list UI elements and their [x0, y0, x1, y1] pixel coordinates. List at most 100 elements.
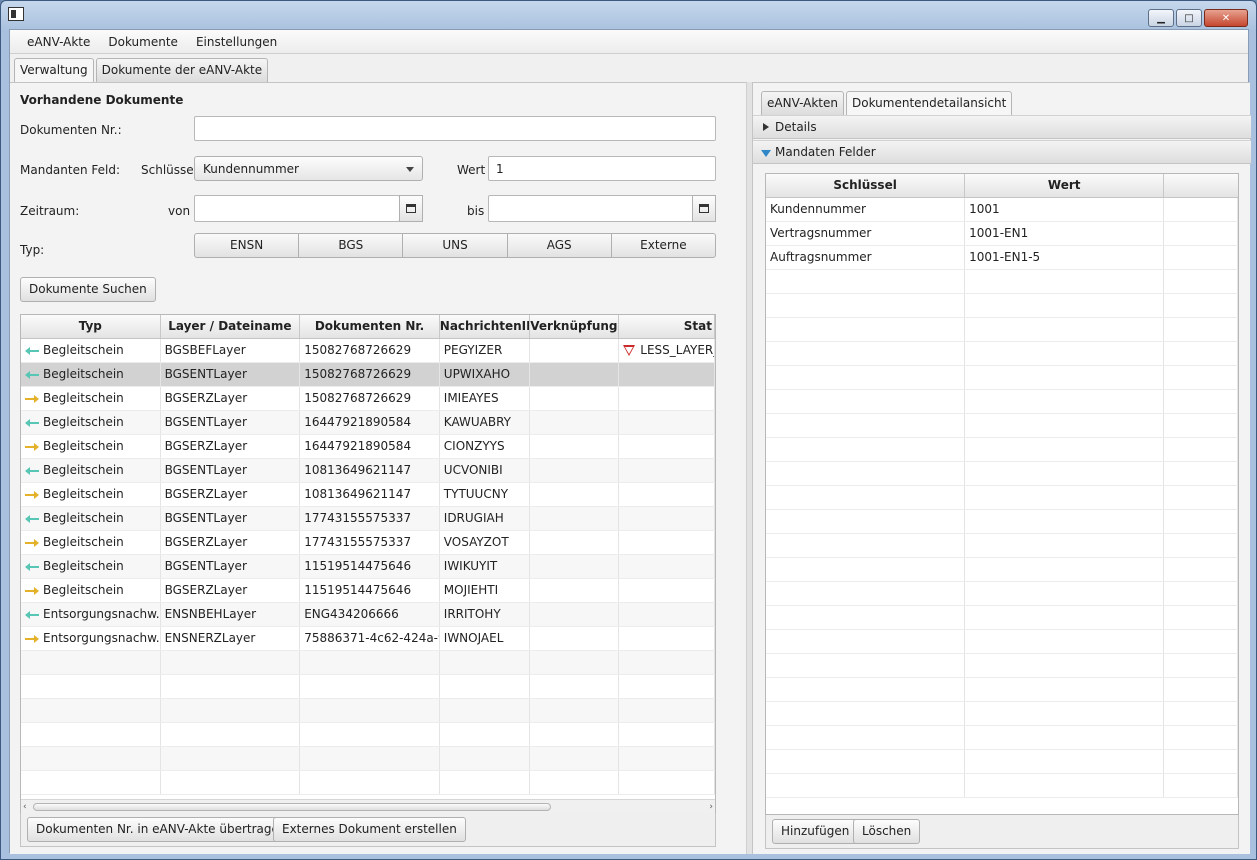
table-row[interactable] [21, 699, 715, 723]
transfer-doc-nr-button[interactable]: Dokumenten Nr. in eANV-Akte übertragen [27, 817, 296, 842]
menu-dokumente[interactable]: Dokumente [99, 35, 187, 49]
table-row[interactable] [766, 654, 1238, 678]
table-row[interactable] [766, 582, 1238, 606]
table-row[interactable] [766, 750, 1238, 774]
table-cell-nr: 10813649621147 [300, 483, 440, 506]
table-cell-nr: 15082768726629 [300, 387, 440, 410]
table-cell-status [619, 555, 715, 578]
table-row[interactable]: Begleitschein BGSENTLayer 15082768726629 UP… [21, 363, 715, 387]
table-row[interactable]: Begleitschein BGSERZLayer 11519514475646 MO… [21, 579, 715, 603]
scroll-left-icon[interactable]: ‹ [23, 802, 27, 812]
table-cell-nr: ENG434206666 [300, 603, 440, 626]
accordion-details[interactable]: Details [753, 115, 1251, 139]
col-status[interactable]: Stat [619, 315, 715, 338]
cell-text: UCVONIBI [443, 463, 503, 477]
table-row[interactable] [766, 462, 1238, 486]
typ-externe-toggle[interactable]: Externe [610, 233, 717, 258]
table-row[interactable] [766, 270, 1238, 294]
table-row[interactable]: Begleitschein BGSENTLayer 17743155575337 ID… [21, 507, 715, 531]
table-row[interactable] [766, 702, 1238, 726]
typ-uns-toggle[interactable]: UNS [402, 233, 508, 258]
table-row[interactable] [766, 726, 1238, 750]
tab-eanv-akten[interactable]: eANV-Akten [761, 91, 844, 115]
table-row[interactable]: Begleitschein BGSERZLayer 10813649621147 TY… [21, 483, 715, 507]
table-row[interactable] [766, 486, 1238, 510]
table-cell [1164, 558, 1238, 581]
table-row[interactable]: Begleitschein BGSENTLayer 11519514475646 IW… [21, 555, 715, 579]
table-row[interactable] [766, 294, 1238, 318]
table-row[interactable]: Begleitschein BGSERZLayer 15082768726629 IM… [21, 387, 715, 411]
table-row[interactable] [766, 366, 1238, 390]
table-row[interactable]: Begleitschein BGSENTLayer 16447921890584 KA… [21, 411, 715, 435]
doc-nr-input[interactable] [194, 116, 716, 141]
col-wert[interactable]: Wert [965, 174, 1165, 197]
col-verknuepfung[interactable]: Verknüpfung [530, 315, 620, 338]
table-row[interactable] [766, 606, 1238, 630]
accordion-mandanten[interactable]: Mandaten Felder [753, 140, 1251, 164]
col-nachrichten-id[interactable]: NachrichtenID [440, 315, 530, 338]
tab-dokumente-der-eanv-akte[interactable]: Dokumente der eANV-Akte [95, 58, 269, 82]
table-row[interactable]: Begleitschein BGSBEFLayer 15082768726629 PE… [21, 339, 715, 363]
menu-einstellungen[interactable]: Einstellungen [187, 35, 286, 49]
table-row[interactable]: Auftragsnummer 1001-EN1-5 [766, 246, 1238, 270]
minimize-button[interactable]: ▁ [1148, 9, 1174, 27]
cell-text: Entsorgungsnachw... [43, 607, 161, 621]
externes-dokument-button[interactable]: Externes Dokument erstellen [273, 817, 466, 842]
table-row[interactable] [766, 558, 1238, 582]
table-row[interactable] [766, 510, 1238, 534]
table-row[interactable] [21, 771, 715, 795]
table-cell-status [619, 747, 715, 770]
bis-calendar-button[interactable] [692, 195, 716, 222]
schluessel-combo[interactable]: Kundennummer [194, 156, 423, 181]
table-row[interactable]: Vertragsnummer 1001-EN1 [766, 222, 1238, 246]
bis-date-input[interactable] [488, 195, 694, 222]
table-cell-key [766, 534, 966, 557]
tab-verwaltung[interactable]: Verwaltung [14, 58, 94, 83]
table-row[interactable] [21, 723, 715, 747]
table-row[interactable] [766, 342, 1238, 366]
hinzufuegen-button[interactable]: Hinzufügen [772, 819, 859, 844]
table-row[interactable] [766, 630, 1238, 654]
menu-eanv-akte[interactable]: eANV-Akte [18, 35, 99, 49]
table-cell-key [766, 438, 966, 461]
tab-dokumentendetailansicht[interactable]: Dokumentendetailansicht [846, 91, 1013, 116]
scroll-right-icon[interactable]: › [709, 802, 713, 812]
table-row[interactable] [766, 438, 1238, 462]
cell-text: UPWIXAHO [443, 367, 511, 381]
app-icon [8, 7, 24, 21]
cell-text: 10813649621147 [304, 463, 412, 477]
col-dokumenten-nr[interactable]: Dokumenten Nr. [300, 315, 440, 338]
von-date-input[interactable] [194, 195, 400, 222]
typ-ensn-toggle[interactable]: ENSN [194, 233, 300, 258]
table-row[interactable] [766, 534, 1238, 558]
table-row[interactable]: Begleitschein BGSENTLayer 10813649621147 UC… [21, 459, 715, 483]
close-button[interactable]: ✕ [1204, 9, 1248, 27]
table-row[interactable] [21, 747, 715, 771]
col-schluessel[interactable]: Schlüssel [766, 174, 966, 197]
scrollbar-thumb[interactable] [33, 803, 551, 811]
table-row[interactable] [766, 414, 1238, 438]
table-row[interactable]: Kundennummer 1001 [766, 198, 1238, 222]
maximize-button[interactable]: □ [1176, 9, 1202, 27]
table-row[interactable] [766, 774, 1238, 798]
table-row[interactable]: Entsorgungsnachw... ENSNERZLayer 75886371-… [21, 627, 715, 651]
horizontal-scrollbar[interactable]: ‹ › [21, 799, 715, 813]
von-calendar-button[interactable] [399, 195, 423, 222]
table-row[interactable]: Entsorgungsnachw... ENSNBEHLayer ENG434206… [21, 603, 715, 627]
table-cell-key [766, 270, 966, 293]
table-row[interactable] [766, 390, 1238, 414]
cell-text: KAWUABRY [443, 415, 511, 429]
col-typ[interactable]: Typ [21, 315, 161, 338]
table-row[interactable] [21, 675, 715, 699]
dokumente-suchen-button[interactable]: Dokumente Suchen [20, 277, 156, 302]
loeschen-button[interactable]: Löschen [853, 819, 921, 844]
col-layer[interactable]: Layer / Dateiname [161, 315, 301, 338]
table-row[interactable]: Begleitschein BGSERZLayer 17743155575337 VO… [21, 531, 715, 555]
table-row[interactable]: Begleitschein BGSERZLayer 16447921890584 CI… [21, 435, 715, 459]
table-row[interactable] [21, 651, 715, 675]
wert-input[interactable]: 1 [488, 156, 716, 181]
typ-ags-toggle[interactable]: AGS [506, 233, 612, 258]
typ-bgs-toggle[interactable]: BGS [298, 233, 404, 258]
table-row[interactable] [766, 318, 1238, 342]
table-row[interactable] [766, 678, 1238, 702]
